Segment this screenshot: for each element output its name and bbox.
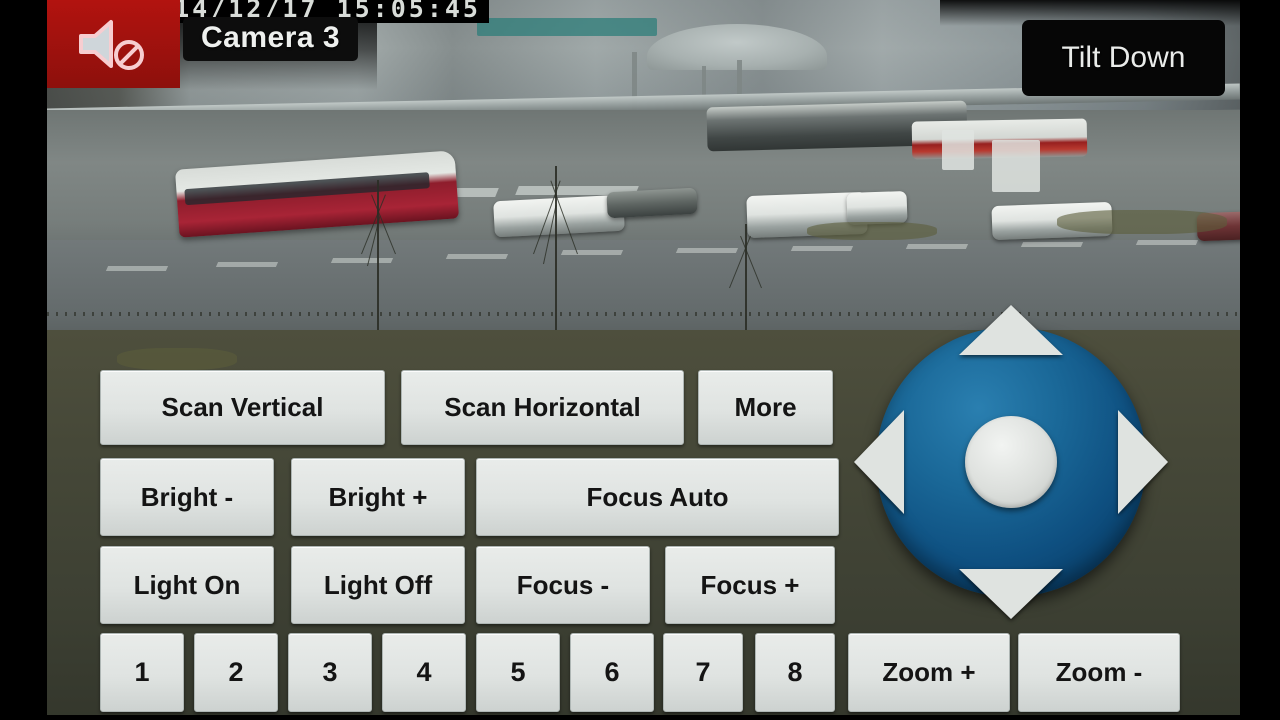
scene-grass-patch	[807, 222, 937, 240]
ptz-joystick[interactable]	[854, 305, 1168, 619]
button-more[interactable]: More	[698, 370, 833, 445]
button-preset-5[interactable]: 5	[476, 633, 560, 712]
scene-green-sign	[477, 18, 657, 36]
scene-car-dark	[606, 187, 698, 219]
scene-signboard	[992, 140, 1040, 192]
ptz-camera-viewer: 2014/12/17 15:05:45 Camera 3 Tilt Down S…	[0, 0, 1280, 720]
button-light-on[interactable]: Light On	[100, 546, 274, 624]
action-status-banner: Tilt Down	[1022, 20, 1225, 96]
scene-car-van	[846, 190, 908, 226]
scene-tree	[377, 180, 379, 345]
scene-bus-windows	[184, 172, 430, 206]
button-focus-minus[interactable]: Focus -	[476, 546, 650, 624]
speaker-mute-icon	[78, 20, 144, 70]
button-scan-vertical[interactable]: Scan Vertical	[100, 370, 385, 445]
scene-lane-marking	[215, 262, 279, 267]
scene-lane-marking	[790, 246, 854, 251]
button-focus-auto[interactable]: Focus Auto	[476, 458, 839, 536]
button-preset-1[interactable]: 1	[100, 633, 184, 712]
button-zoom-in[interactable]: Zoom +	[848, 633, 1010, 712]
button-scan-horizontal[interactable]: Scan Horizontal	[401, 370, 684, 445]
button-preset-7[interactable]: 7	[663, 633, 743, 712]
scene-signboard	[942, 130, 974, 170]
scene-grass-patch	[117, 348, 237, 370]
button-preset-6[interactable]: 6	[570, 633, 654, 712]
button-preset-4[interactable]: 4	[382, 633, 466, 712]
scene-grass-patch	[1057, 210, 1227, 234]
scene-lane-marking	[330, 258, 394, 263]
button-preset-3[interactable]: 3	[288, 633, 372, 712]
pan-left-arrow-icon[interactable]	[854, 410, 904, 514]
audio-mute-badge[interactable]	[47, 0, 180, 88]
scene-lane-marking	[445, 254, 509, 259]
tilt-down-arrow-icon[interactable]	[959, 569, 1063, 619]
scene-lane-marking	[905, 244, 969, 249]
button-preset-8[interactable]: 8	[755, 633, 835, 712]
scene-lane-marking	[560, 250, 624, 255]
pan-right-arrow-icon[interactable]	[1118, 410, 1168, 514]
letterbox-right	[1240, 0, 1280, 720]
button-bright-plus[interactable]: Bright +	[291, 458, 465, 536]
scene-lane-marking	[1020, 242, 1084, 247]
button-preset-2[interactable]: 2	[194, 633, 278, 712]
button-bright-minus[interactable]: Bright -	[100, 458, 274, 536]
scene-lane-marking	[1135, 240, 1199, 245]
letterbox-left	[0, 0, 47, 720]
button-focus-plus[interactable]: Focus +	[665, 546, 835, 624]
scene-lane-marking	[105, 266, 169, 271]
button-zoom-out[interactable]: Zoom -	[1018, 633, 1180, 712]
joystick-center-button[interactable]	[965, 416, 1057, 508]
tilt-up-arrow-icon[interactable]	[959, 305, 1063, 355]
button-light-off[interactable]: Light Off	[291, 546, 465, 624]
camera-name-label: Camera 3	[183, 17, 359, 61]
scene-lane-marking	[675, 248, 739, 253]
letterbox-bottom	[0, 715, 1280, 720]
